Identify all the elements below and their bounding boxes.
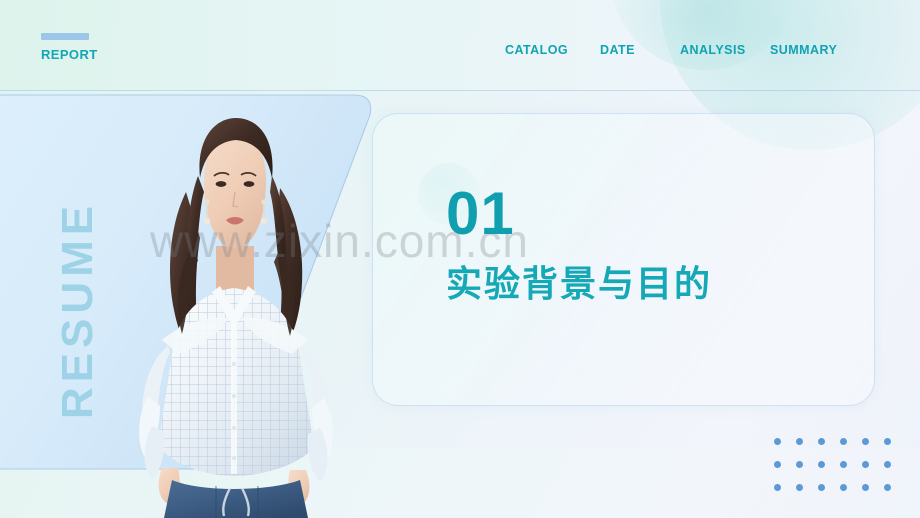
section-number: 01 bbox=[446, 180, 515, 247]
grid-dot bbox=[884, 438, 891, 445]
nav-item-summary[interactable]: SUMMARY bbox=[770, 42, 842, 59]
grid-dot bbox=[884, 484, 891, 491]
grid-dot bbox=[796, 484, 803, 491]
presentation-slide: REPORT CATALOG DATE ANALYSIS SUMMARY RES… bbox=[0, 0, 920, 518]
grid-dot bbox=[774, 484, 781, 491]
decorative-dot-grid bbox=[774, 438, 906, 507]
grid-dot bbox=[840, 484, 847, 491]
grid-dot bbox=[774, 461, 781, 468]
grid-dot bbox=[818, 484, 825, 491]
brand-label: REPORT bbox=[41, 47, 98, 62]
section-headline: 01 实验背景与目的 bbox=[446, 180, 713, 307]
grid-dot bbox=[796, 438, 803, 445]
grid-dot bbox=[862, 484, 869, 491]
grid-dot bbox=[818, 461, 825, 468]
grid-dot bbox=[862, 461, 869, 468]
nav-item-analysis[interactable]: ANALYSIS bbox=[680, 42, 770, 59]
grid-dot bbox=[796, 461, 803, 468]
grid-dot bbox=[818, 438, 825, 445]
grid-dot bbox=[884, 461, 891, 468]
brand-accent-bar bbox=[41, 33, 89, 40]
grid-dot bbox=[862, 438, 869, 445]
brand-block: REPORT bbox=[41, 33, 98, 62]
nav-item-catalog[interactable]: CATALOG bbox=[505, 42, 600, 59]
model-photo bbox=[108, 96, 368, 518]
section-title: 实验背景与目的 bbox=[446, 263, 713, 305]
grid-dot bbox=[774, 438, 781, 445]
main-nav[interactable]: CATALOG DATE ANALYSIS SUMMARY bbox=[505, 42, 905, 59]
grid-dot bbox=[840, 438, 847, 445]
slide-header: REPORT CATALOG DATE ANALYSIS SUMMARY bbox=[0, 0, 920, 91]
vertical-resume-label: RESUME bbox=[53, 200, 102, 420]
nav-item-date[interactable]: DATE bbox=[600, 42, 680, 59]
grid-dot bbox=[840, 461, 847, 468]
